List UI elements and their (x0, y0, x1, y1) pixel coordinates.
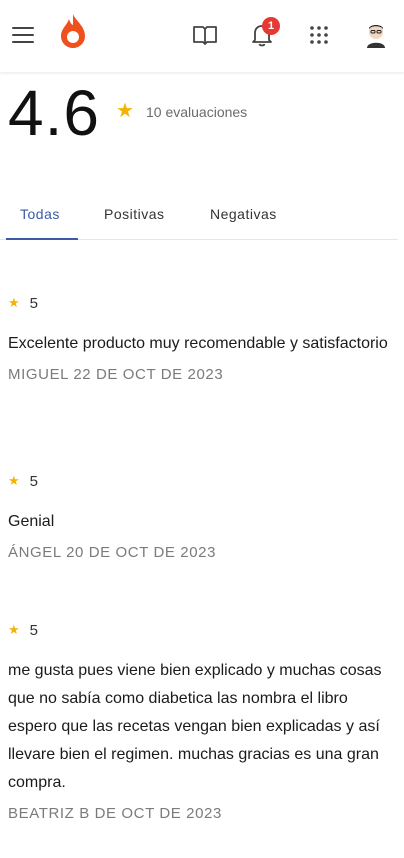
star-icon: ★ (8, 295, 20, 310)
review-rating: ★ 5 (8, 470, 398, 492)
book-icon[interactable] (188, 18, 222, 52)
menu-icon[interactable] (6, 18, 40, 52)
apps-grid-icon[interactable] (302, 18, 336, 52)
avatar[interactable] (359, 18, 393, 52)
review-rating: ★ 5 (8, 292, 398, 314)
review-filter-tabs: Todas Positivas Negativas (0, 196, 398, 240)
review-item: ★ 5 Excelente producto muy recomendable … (8, 292, 398, 384)
review-text: Excelente producto muy recomendable y sa… (8, 335, 388, 352)
review-author-date: BEATRIZ B DE OCT DE 2023 (8, 805, 222, 822)
top-bar: 1 (0, 0, 404, 72)
evaluation-count: 10 evaluaciones (146, 104, 248, 120)
review-item: ★ 5 me gusta pues viene bien explicado y… (8, 619, 398, 823)
star-icon: ★ (116, 100, 134, 122)
active-tab-indicator (6, 238, 78, 240)
review-rating-value: 5 (29, 472, 38, 490)
review-text: Genial (8, 513, 55, 530)
star-icon: ★ (8, 473, 20, 488)
notification-badge: 1 (262, 17, 280, 35)
star-icon: ★ (8, 622, 20, 637)
review-item: ★ 5 Genial ÁNGEL 20 DE OCT DE 2023 (8, 470, 398, 562)
tab-negativas[interactable]: Negativas (210, 206, 277, 222)
review-text: me gusta pues viene bien explicado y muc… (8, 662, 382, 791)
brand-logo-icon[interactable] (56, 14, 90, 48)
average-score: 4.6 (8, 77, 100, 149)
review-rating: ★ 5 (8, 619, 398, 641)
review-author-date: MIGUEL 22 DE OCT DE 2023 (8, 366, 224, 383)
tab-positivas[interactable]: Positivas (104, 206, 165, 222)
tab-todas[interactable]: Todas (20, 206, 60, 222)
review-author-date: ÁNGEL 20 DE OCT DE 2023 (8, 544, 217, 561)
review-rating-value: 5 (29, 294, 38, 312)
review-rating-value: 5 (29, 621, 38, 639)
